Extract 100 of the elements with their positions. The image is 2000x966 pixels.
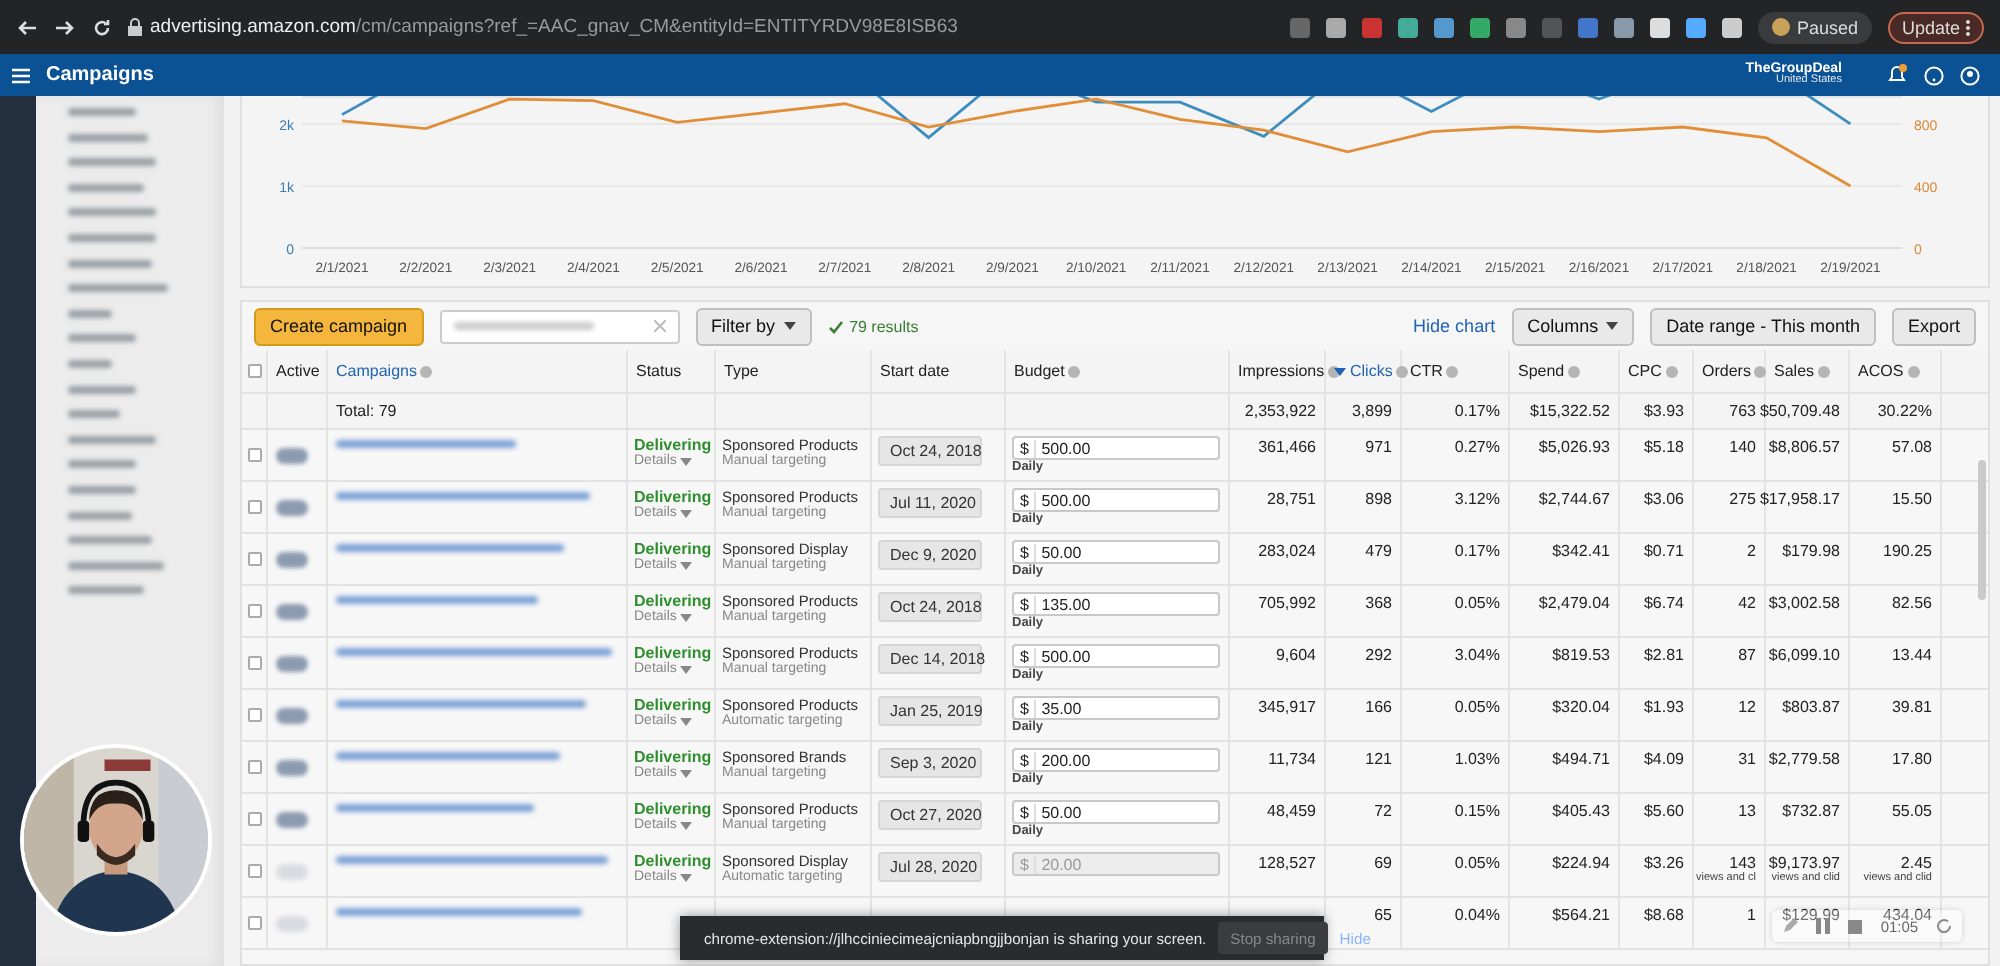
hide-chart-link[interactable]: Hide chart [1413,316,1496,336]
extension-icon[interactable] [1470,17,1491,37]
extension-icon[interactable] [1722,17,1743,37]
columns-dropdown[interactable]: Columns [1511,307,1635,345]
row-checkbox[interactable] [248,500,262,514]
redacted-menu-item[interactable] [68,385,136,394]
column-header[interactable]: Type [724,362,759,380]
redacted-menu-item[interactable] [68,435,156,444]
start-date-field[interactable]: Jul 11, 2020 [878,488,982,518]
active-toggle[interactable] [276,551,308,567]
select-all-checkbox[interactable] [248,364,262,378]
redacted-campaign-link[interactable] [336,752,560,760]
help-icon[interactable] [1924,65,1944,85]
active-toggle[interactable] [276,499,308,515]
column-header[interactable]: Campaigns [336,362,433,380]
column-header[interactable]: Clicks [1334,362,1409,380]
column-header[interactable]: Spend [1518,362,1581,380]
active-toggle[interactable] [276,759,308,775]
column-header[interactable]: Budget [1014,362,1081,380]
back-icon[interactable] [16,17,38,37]
redacted-menu-item[interactable] [68,309,112,318]
redacted-campaign-link[interactable] [336,544,564,552]
pen-icon[interactable] [1781,918,1798,934]
start-date-field[interactable]: Oct 24, 2018 [878,436,982,466]
extension-icon[interactable] [1434,17,1455,37]
redacted-menu-item[interactable] [68,133,148,142]
redacted-campaign-link[interactable] [336,440,516,448]
redacted-menu-item[interactable] [68,586,144,595]
redacted-menu-item[interactable] [68,108,136,116]
budget-field[interactable]: $ 500.00 [1012,644,1220,668]
redacted-menu-item[interactable] [68,208,156,217]
row-checkbox[interactable] [248,760,262,774]
row-checkbox[interactable] [248,656,262,670]
profile-button[interactable]: Paused [1758,11,1872,43]
budget-field[interactable]: $ 135.00 [1012,592,1220,616]
filter-dropdown[interactable]: Filter by [695,307,812,345]
export-button[interactable]: Export [1891,307,1976,345]
budget-field[interactable]: $ 500.00 [1012,488,1220,512]
budget-field[interactable]: $ 50.00 [1012,800,1220,824]
redacted-campaign-link[interactable] [336,492,590,500]
redacted-menu-item[interactable] [68,284,168,293]
column-header[interactable]: CPC [1628,362,1678,380]
column-header[interactable]: Orders [1702,362,1767,380]
redacted-campaign-link[interactable] [336,908,582,916]
row-checkbox[interactable] [248,812,262,826]
extension-icon[interactable] [1686,17,1707,37]
column-header[interactable]: CTR [1410,362,1459,380]
redacted-menu-item[interactable] [68,460,136,469]
extension-icon[interactable] [1326,17,1347,37]
pause-icon[interactable] [1815,918,1830,934]
row-checkbox[interactable] [248,708,262,722]
row-checkbox[interactable] [248,916,262,930]
bell-icon[interactable] [1886,64,1908,86]
extension-icon[interactable] [1398,17,1419,37]
row-checkbox[interactable] [248,448,262,462]
start-date-field[interactable]: Oct 24, 2018 [878,592,982,622]
redacted-campaign-link[interactable] [336,700,586,708]
redacted-menu-item[interactable] [68,334,136,343]
redacted-menu-item[interactable] [68,511,132,519]
active-toggle[interactable] [276,915,308,931]
reload-icon[interactable] [92,17,112,37]
start-date-field[interactable]: Oct 27, 2020 [878,800,982,830]
redacted-campaign-link[interactable] [336,648,612,656]
address-field[interactable]: advertising.amazon.com/cm/campaigns?ref_=AAC_gnav_CM&entityId=ENTITYRDV98E8ISB63 [150,16,958,38]
active-toggle[interactable] [276,603,308,619]
active-toggle[interactable] [276,447,308,463]
start-date-field[interactable]: Dec 9, 2020 [878,540,982,570]
redacted-menu-item[interactable] [68,536,152,545]
active-toggle[interactable] [276,655,308,671]
row-checkbox[interactable] [248,604,262,618]
active-toggle[interactable] [276,811,308,827]
row-checkbox[interactable] [248,552,262,566]
row-checkbox[interactable] [248,864,262,878]
column-header[interactable]: Sales [1774,362,1831,380]
forward-icon[interactable] [54,17,76,37]
budget-field[interactable]: $ 50.00 [1012,540,1220,564]
start-date-field[interactable]: Dec 14, 2018 [878,644,982,674]
budget-field[interactable]: $ 35.00 [1012,696,1220,720]
redacted-campaign-link[interactable] [336,596,538,604]
redacted-menu-item[interactable] [68,410,120,419]
account-icon[interactable] [1960,65,1980,85]
active-toggle[interactable] [276,863,308,879]
redacted-menu-item[interactable] [68,183,144,192]
date-range-button[interactable]: Date range - This month [1650,307,1876,345]
create-campaign-button[interactable]: Create campaign [254,307,424,345]
search-field[interactable] [439,309,680,343]
column-header[interactable]: ACOS [1858,362,1920,380]
active-toggle[interactable] [276,707,308,723]
redacted-menu-item[interactable] [68,561,164,570]
update-button[interactable]: Update [1887,11,1984,43]
refresh-icon[interactable] [1936,918,1953,934]
redacted-campaign-link[interactable] [336,856,608,864]
menu-icon[interactable] [12,67,30,83]
redacted-campaign-link[interactable] [336,804,534,812]
start-date-field[interactable]: Jul 28, 2020 [878,852,982,882]
redacted-menu-item[interactable] [68,233,156,242]
redacted-menu-item[interactable] [68,359,112,368]
start-date-field[interactable]: Jan 25, 2019 [878,696,982,726]
extension-icon[interactable] [1614,17,1635,37]
budget-field[interactable]: $ 500.00 [1012,436,1220,460]
